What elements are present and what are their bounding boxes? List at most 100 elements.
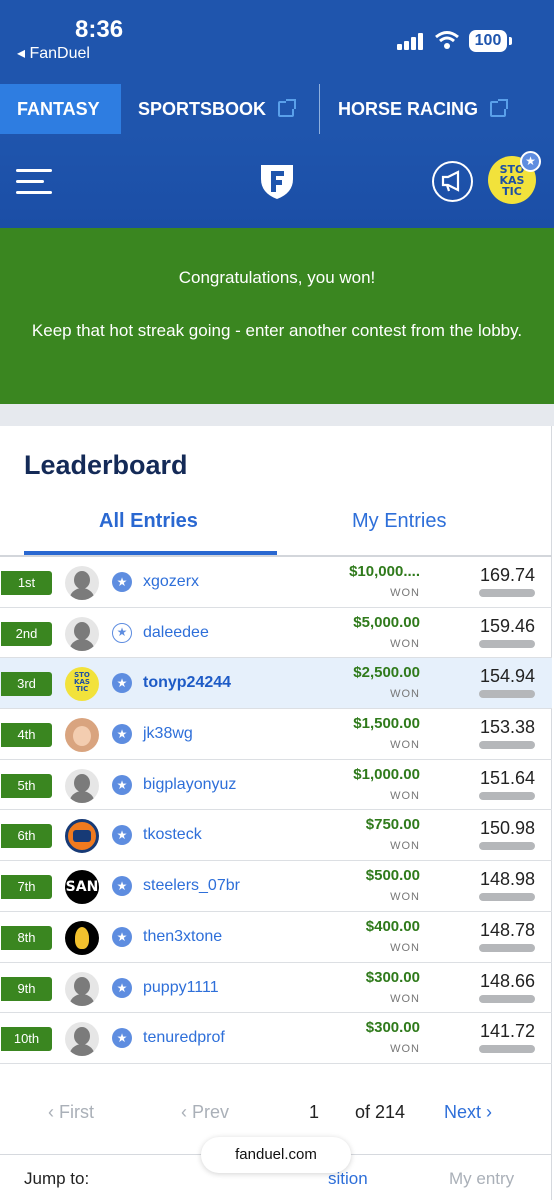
prize-amount: $400.00	[365, 917, 420, 935]
banner-title: Congratulations, you won!	[178, 268, 376, 287]
user-avatar-stokastic: STO KAS TIC	[65, 667, 99, 702]
won-label: WON	[390, 891, 420, 904]
user-avatar-tigers-logo	[65, 819, 99, 854]
prize-amount: $5,000.00	[353, 613, 420, 631]
leaderboard-row[interactable]: 2nd ★ daleedee $5,000.00 WON 159.46	[0, 608, 552, 659]
leaderboard-row[interactable]: 5th ★ bigplayonyuz $1,000.00 WON 151.64	[0, 760, 552, 811]
favorite-star-icon[interactable]: ★	[112, 673, 132, 694]
page-count: of 214	[355, 1102, 406, 1122]
wifi-icon	[435, 31, 459, 49]
score-progress-bar	[479, 994, 535, 1003]
prize-amount: $10,000....	[349, 563, 420, 580]
user-avatar-penguins-logo	[65, 920, 99, 955]
username-link[interactable]: xgozerx	[143, 573, 199, 591]
leaderboard-row[interactable]: 7th SAN ★ steelers_07br $500.00 WON 148.98	[0, 861, 552, 912]
username-link[interactable]: daleedee	[143, 624, 209, 642]
score-progress-bar	[479, 943, 535, 952]
default-avatar-icon	[65, 616, 99, 651]
won-label: WON	[390, 840, 420, 853]
score-progress-bar	[479, 639, 535, 648]
favorite-star-icon[interactable]: ★	[112, 724, 132, 745]
tab-fantasy[interactable]: FANTASY	[0, 84, 121, 134]
banner-message: Keep that hot streak going - enter anoth…	[31, 321, 523, 340]
promotions-megaphone-icon[interactable]	[432, 161, 473, 202]
leaderboard-row[interactable]: 9th ★ puppy1111 $300.00 WON 148.66	[0, 963, 552, 1014]
favorite-star-icon[interactable]: ★	[112, 622, 132, 643]
jump-to-my-entry-button[interactable]: My entry	[449, 1169, 514, 1189]
fantasy-score: 169.74	[479, 565, 535, 585]
won-label: WON	[390, 587, 420, 599]
rank-badge: 2nd	[1, 621, 52, 646]
rank-badge: 5th	[1, 773, 52, 798]
back-to-app-link[interactable]: ◂ FanDuel	[17, 43, 90, 63]
score-progress-bar	[479, 791, 535, 800]
status-bar: 8:36 ◂ FanDuel 100	[0, 0, 554, 84]
username-link[interactable]: jk38wg	[143, 725, 193, 743]
favorite-star-icon[interactable]: ★	[112, 977, 132, 998]
leaderboard-row[interactable]: 10th ★ tenuredprof $300.00 WON 141.72	[0, 1013, 552, 1064]
prize-amount: $500.00	[365, 867, 420, 885]
username-link[interactable]: steelers_07br	[143, 877, 240, 895]
leaderboard-title: Leaderboard	[24, 450, 188, 480]
leaderboard-row[interactable]: 4th ★ jk38wg $1,500.00 WON 153.38	[0, 709, 552, 760]
fanduel-logo-icon[interactable]	[257, 161, 297, 201]
tab-my-entries[interactable]: My Entries	[352, 510, 446, 533]
favorite-star-icon[interactable]: ★	[112, 572, 132, 592]
next-page-button[interactable]: Next ›	[444, 1102, 492, 1123]
default-avatar-icon	[65, 1022, 99, 1057]
fantasy-score: 141.72	[479, 1021, 535, 1042]
fantasy-score: 154.94	[479, 666, 535, 687]
section-divider	[0, 404, 554, 426]
score-progress-bar	[479, 1045, 535, 1054]
tab-sportsbook[interactable]: SPORTSBOOK	[121, 84, 320, 134]
username-link[interactable]: tonyp24244	[143, 674, 231, 692]
leaderboard-row[interactable]: 1st ★ xgozerx $10,000.... WON 169.74	[0, 557, 552, 608]
favorite-star-icon[interactable]: ★	[112, 1028, 132, 1049]
favorite-star-icon[interactable]: ★	[112, 926, 132, 947]
star-badge-icon: ★	[520, 151, 541, 172]
jump-label: Jump to:	[24, 1169, 90, 1188]
leaderboard-rows: 1st ★ xgozerx $10,000.... WON 169.74 2nd ★ dalee…	[0, 557, 552, 1064]
score-progress-bar	[479, 893, 535, 902]
browser-url-pill[interactable]: fanduel.com	[201, 1137, 351, 1173]
rank-badge: 4th	[1, 723, 52, 748]
battery-tip	[509, 37, 512, 45]
fantasy-score: 159.46	[479, 615, 535, 636]
rank-badge: 1st	[1, 571, 52, 595]
fantasy-score: 153.38	[479, 717, 535, 738]
username-link[interactable]: puppy1111	[143, 979, 219, 997]
hamburger-menu-icon[interactable]	[16, 167, 52, 195]
tab-all-entries[interactable]: All Entries	[99, 510, 198, 533]
fantasy-score: 148.78	[479, 919, 535, 940]
score-progress-bar	[479, 741, 535, 750]
won-label: WON	[390, 789, 420, 802]
username-link[interactable]: tenuredprof	[143, 1029, 225, 1047]
username-link[interactable]: bigplayonyuz	[143, 776, 236, 794]
rank-badge: 6th	[1, 824, 52, 849]
favorite-star-icon[interactable]: ★	[112, 774, 132, 795]
first-page-button[interactable]: ‹ First	[48, 1102, 94, 1123]
app-header: STO KAS TIC ★	[0, 134, 554, 228]
username-link[interactable]: tkosteck	[143, 826, 202, 844]
leaderboard-row[interactable]: 8th ★ then3xtone $400.00 WON 148.78	[0, 912, 552, 963]
current-page: 1	[309, 1102, 320, 1122]
external-link-icon	[490, 99, 509, 117]
won-label: WON	[390, 739, 420, 752]
leaderboard-row[interactable]: 6th ★ tkosteck $750.00 WON 150.98	[0, 810, 552, 862]
rank-badge: 3rd	[1, 672, 52, 697]
won-label: WON	[390, 1043, 420, 1056]
prize-amount: $1,500.00	[353, 715, 420, 733]
favorite-star-icon[interactable]: ★	[112, 825, 132, 846]
prev-page-button[interactable]: ‹ Prev	[181, 1102, 229, 1123]
fantasy-score: 148.98	[479, 869, 535, 890]
prize-amount: $750.00	[365, 816, 420, 834]
rank-badge: 8th	[1, 925, 52, 950]
win-banner: Congratulations, you won! Keep that hot …	[0, 228, 554, 404]
username-link[interactable]: then3xtone	[143, 928, 222, 946]
fantasy-score: 148.66	[479, 970, 535, 991]
default-avatar-icon	[65, 971, 99, 1006]
leaderboard-row[interactable]: 3rd STO KAS TIC ★ tonyp24244 $2,500.00 WON 154.9…	[0, 658, 552, 710]
tab-horse-racing[interactable]: HORSE RACING	[320, 84, 554, 134]
default-avatar-icon	[65, 566, 99, 600]
favorite-star-icon[interactable]: ★	[112, 876, 132, 897]
